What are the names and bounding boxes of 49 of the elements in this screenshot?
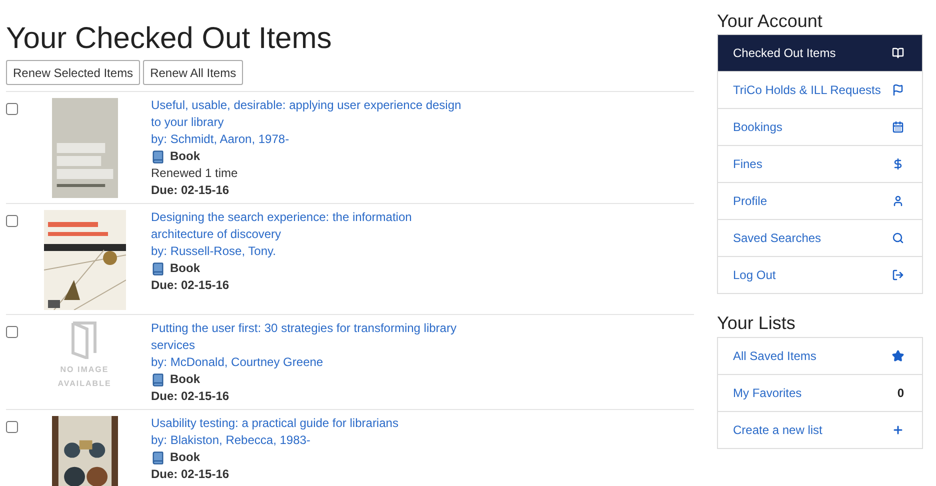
book-icon <box>892 47 904 59</box>
logout-icon <box>892 269 904 281</box>
title-link[interactable]: Usability testing: a practical guide for librarians <box>151 415 473 432</box>
due-date: Due: 02-15-16 <box>151 182 230 199</box>
book-icon <box>151 262 165 276</box>
renewal-count: Renewed 1 time <box>151 165 239 182</box>
page-title: Your Checked Out Items <box>6 22 333 56</box>
account-menu-item[interactable]: Profile <box>717 182 923 220</box>
account-menu-item[interactable]: Bookings <box>717 108 923 146</box>
item-checkbox[interactable] <box>6 103 18 115</box>
item-checkbox[interactable] <box>6 215 18 227</box>
user-icon <box>892 195 904 207</box>
item-checkbox[interactable] <box>6 326 18 338</box>
calendar-icon <box>892 121 904 133</box>
search-icon <box>892 232 904 244</box>
account-menu-item[interactable]: Checked Out Items <box>717 34 923 72</box>
lists-heading: Your Lists <box>717 312 796 334</box>
list-menu-item[interactable]: All Saved Items <box>717 337 923 375</box>
book-icon <box>151 450 165 464</box>
author-link[interactable]: by: Russell-Rose, Tony. <box>151 243 473 260</box>
due-date: Due: 02-15-16 <box>151 466 230 483</box>
author-link[interactable]: by: McDonald, Courtney Greene <box>151 354 473 371</box>
renew-button[interactable]: Renew All Items <box>143 60 244 85</box>
due-date: Due: 02-15-16 <box>151 388 230 405</box>
account-menu-item[interactable]: Log Out <box>717 256 923 294</box>
format-label: Book <box>170 260 200 277</box>
dollar-icon <box>892 158 904 170</box>
author-link[interactable]: by: Blakiston, Rebecca, 1983- <box>151 432 473 449</box>
account-heading: Your Account <box>717 10 824 32</box>
account-menu-item[interactable]: Saved Searches <box>717 219 923 257</box>
door-icon <box>70 321 98 359</box>
format-label: Book <box>170 449 200 466</box>
author-link[interactable]: by: Schmidt, Aaron, 1978- <box>151 131 473 148</box>
renew-button[interactable]: Renew Selected Items <box>6 60 140 85</box>
list-menu-item[interactable]: Create a new list <box>717 411 923 449</box>
plus-icon <box>892 424 904 436</box>
format-label: Book <box>170 371 200 388</box>
star-icon <box>892 350 904 362</box>
format-label: Book <box>170 148 200 165</box>
account-menu-item[interactable]: Fines <box>717 145 923 183</box>
book-icon <box>151 150 165 164</box>
list-menu-item[interactable]: My Favorites 0 <box>717 374 923 412</box>
item-checkbox[interactable] <box>6 421 18 433</box>
account-menu-item[interactable]: TriCo Holds & ILL Requests <box>717 71 923 109</box>
book-icon <box>151 372 165 386</box>
due-date: Due: 02-15-16 <box>151 277 230 294</box>
placeholder-text: NO IMAGE AVAILABLE <box>58 364 112 390</box>
flag-icon <box>892 84 904 96</box>
item-count: 0 <box>897 385 904 402</box>
